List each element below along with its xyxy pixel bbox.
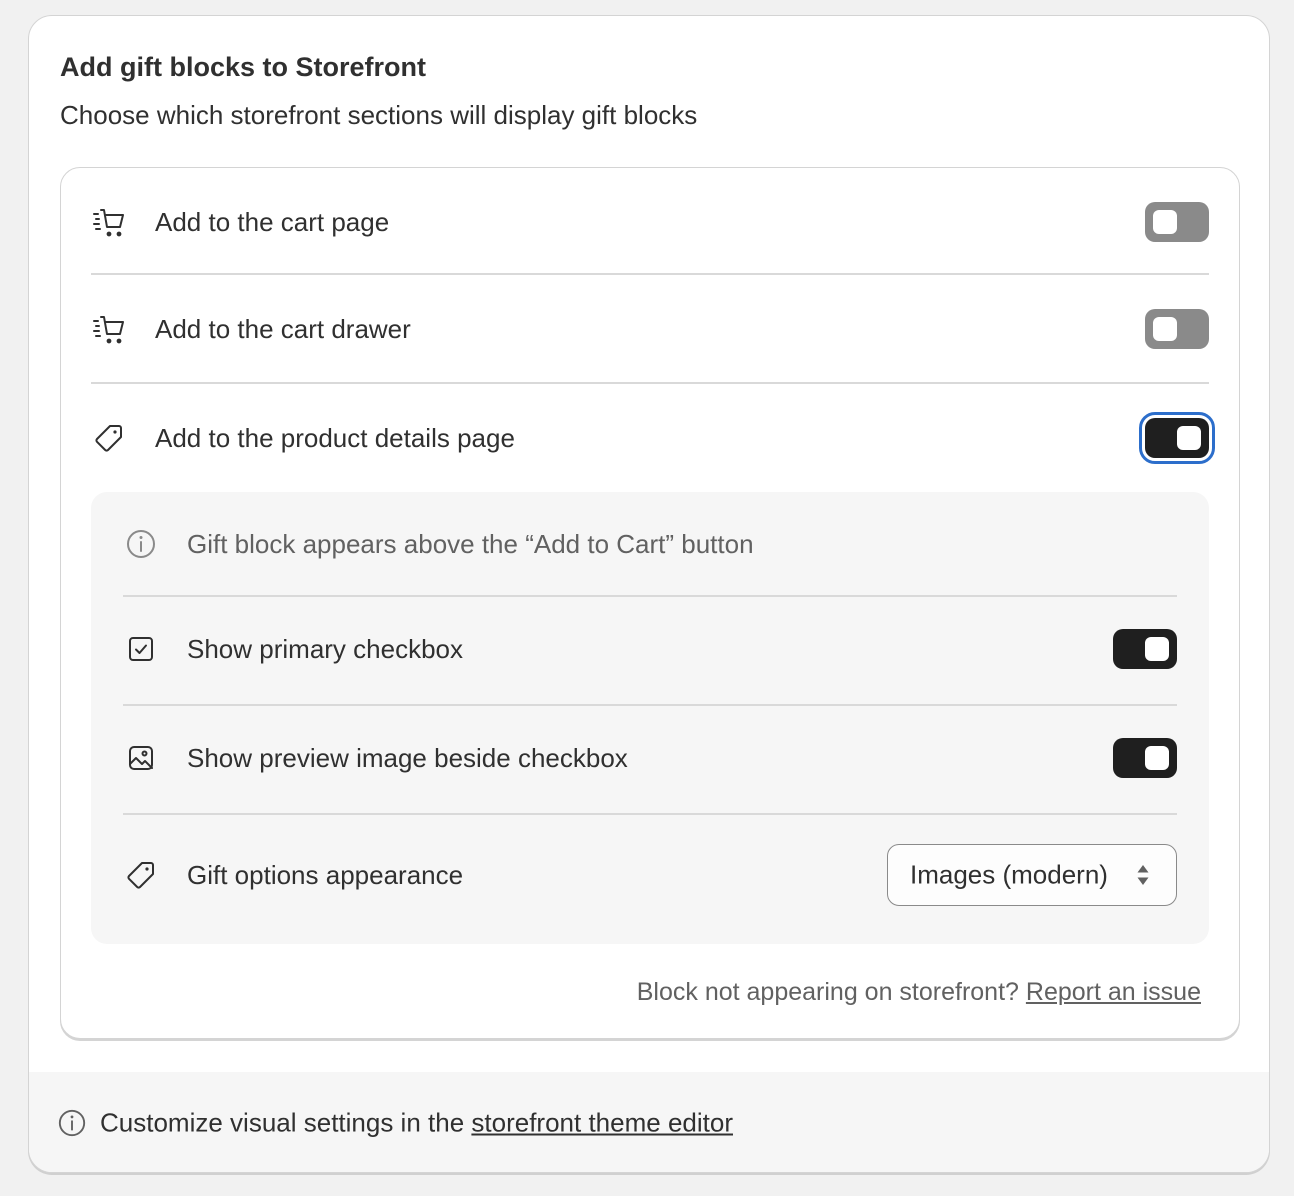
section-label: Add to the cart page — [155, 207, 390, 237]
toggle-knob — [1145, 637, 1169, 661]
footnote: Block not appearing on storefront? Repor… — [637, 976, 1201, 1008]
card-subtitle: Choose which storefront sections will di… — [60, 100, 698, 130]
section-label: Add to the product details page — [155, 423, 515, 453]
toggle-knob — [1153, 210, 1177, 234]
report-issue-link[interactable]: Report an issue — [1026, 978, 1201, 1006]
info-row: Gift block appears above the “Add to Car… — [123, 492, 1177, 596]
info-text: Gift block appears above the “Add to Car… — [187, 529, 754, 559]
toggle-knob — [1153, 317, 1177, 341]
footer-text: Customize visual settings in the storefr… — [100, 1108, 733, 1139]
tag-icon — [91, 420, 127, 456]
appearance-label: Gift options appearance — [187, 860, 464, 890]
option-row-primary-checkbox: Show primary checkbox — [123, 597, 1177, 701]
footer-label: Customize visual settings in the — [100, 1107, 465, 1138]
option-row-preview-image: Show preview image beside checkbox — [123, 706, 1177, 810]
card-title: Add gift blocks to Storefront — [60, 52, 426, 82]
option-label: Show preview image beside checkbox — [187, 743, 628, 773]
cart-drawer-toggle[interactable] — [1145, 309, 1209, 349]
appearance-select[interactable]: Images (modern) — [887, 844, 1177, 906]
section-row-cart-drawer: Add to the cart drawer — [91, 275, 1209, 383]
gift-blocks-card: Add gift blocks to Storefront Choose whi… — [28, 15, 1270, 1173]
tag-icon — [123, 857, 159, 893]
cart-page-toggle[interactable] — [1145, 202, 1209, 242]
preview-image-toggle[interactable] — [1113, 738, 1177, 778]
section-label: Add to the cart drawer — [155, 314, 411, 344]
footnote-text: Block not appearing on storefront? — [636, 978, 1019, 1006]
card-footer: Customize visual settings in the storefr… — [29, 1072, 1269, 1172]
cart-fast-icon — [91, 311, 127, 347]
product-details-options-panel: Gift block appears above the “Add to Car… — [91, 492, 1209, 944]
option-row-appearance: Gift options appearance Images (modern) — [123, 823, 1177, 927]
storefront-sections-panel: Add to the cart page Add to the cart dra… — [60, 167, 1240, 1039]
image-icon — [123, 740, 159, 776]
option-label: Show primary checkbox — [187, 634, 463, 664]
divider — [123, 813, 1177, 815]
section-row-product-details: Add to the product details page — [91, 384, 1215, 492]
checkbox-icon — [123, 631, 159, 667]
primary-checkbox-toggle[interactable] — [1113, 629, 1177, 669]
toggle-knob — [1145, 746, 1169, 770]
theme-editor-link[interactable]: storefront theme editor — [471, 1108, 733, 1138]
select-value: Images (modern) — [910, 859, 1108, 890]
info-icon — [123, 526, 159, 562]
toggle-knob — [1177, 426, 1201, 450]
section-row-cart-page: Add to the cart page — [91, 168, 1209, 276]
info-icon — [57, 1108, 87, 1138]
product-details-toggle[interactable] — [1139, 412, 1215, 464]
cart-fast-icon — [91, 204, 127, 240]
select-arrows-icon — [1136, 863, 1150, 887]
